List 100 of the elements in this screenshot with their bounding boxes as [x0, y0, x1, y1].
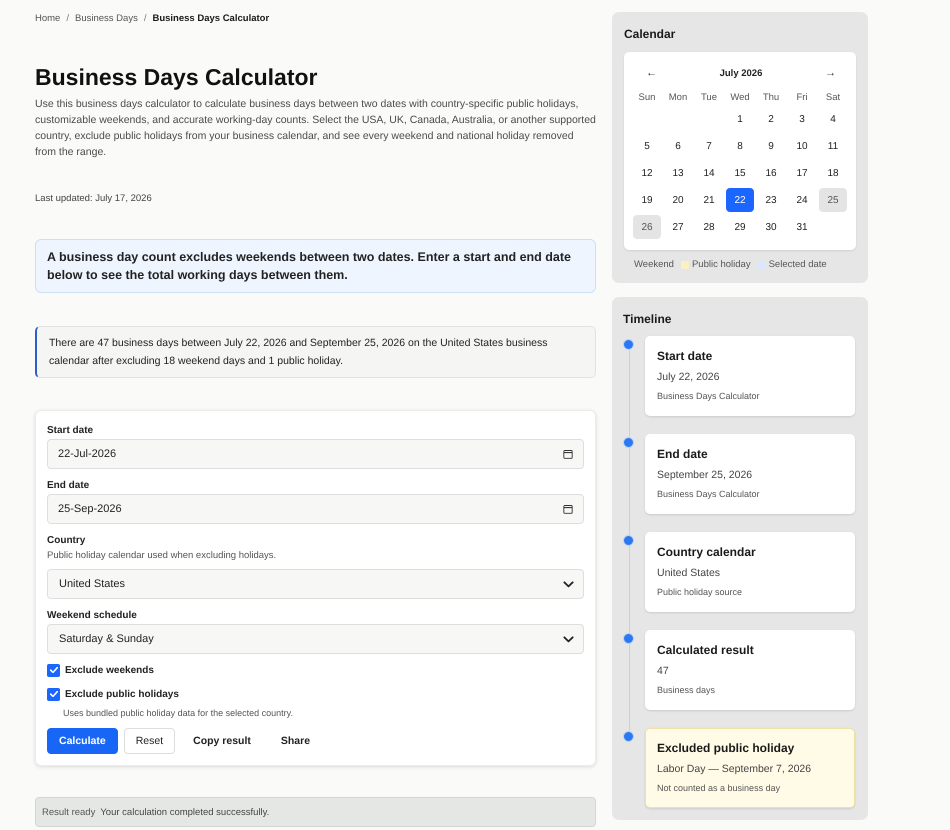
calendar-day[interactable]: 8 [726, 134, 754, 158]
date-input[interactable]: 25-Sep-2026 [47, 494, 584, 524]
calendar-day[interactable]: 16 [757, 161, 785, 185]
weekday-label: Mon [668, 91, 688, 105]
calendar-day[interactable]: 21 [695, 188, 723, 212]
calendar-day[interactable]: 12 [633, 161, 661, 185]
calendar-day[interactable]: 9 [757, 134, 785, 158]
timeline-dot-icon [623, 437, 634, 448]
calendar-day[interactable]: 24 [788, 188, 816, 212]
field-label: Country [47, 534, 86, 548]
calendar-day[interactable]: 17 [788, 161, 816, 185]
prev-month-button[interactable]: ← [643, 67, 660, 79]
secondary-button[interactable]: Reset [124, 728, 176, 754]
calendar-day[interactable]: 14 [695, 161, 723, 185]
checkmark-icon [50, 667, 58, 673]
info-callout: A business day count excludes weekends between two dates. Enter a start and end date below to see the total working days between them. [35, 239, 596, 293]
timeline-card-note: Business days [657, 684, 716, 696]
calendar-day[interactable]: 26 [633, 215, 661, 239]
calendar-day[interactable]: 25 [819, 188, 847, 212]
primary-button[interactable]: Calculate [47, 728, 118, 754]
chevron-down-icon [563, 636, 574, 642]
timeline-card-value: United States [657, 566, 722, 580]
calendar-day[interactable]: 5 [633, 134, 661, 158]
timeline-card-value: Labor Day — September 7, 2026 [657, 762, 812, 776]
calendar-day[interactable]: 7 [695, 134, 723, 158]
text-button[interactable]: Share [268, 728, 322, 754]
dropdown-select[interactable]: Saturday & Sunday [47, 624, 584, 654]
timeline-card-note: Not counted as a business day [657, 782, 782, 794]
checkbox-label: Exclude public holidays [65, 688, 179, 700]
chevron-down-icon [563, 580, 574, 588]
calendar-day[interactable]: 27 [664, 215, 692, 239]
status-label: Result ready [42, 806, 96, 818]
timeline-card-value: July 22, 2026 [657, 370, 720, 384]
date-input[interactable]: 22-Jul-2026 [47, 439, 584, 469]
page-title: Business Days Calculator [35, 63, 319, 92]
field-label: End date [47, 479, 90, 493]
panel-title: Calendar [624, 26, 676, 42]
month-label: July 2026 [720, 68, 762, 78]
timeline-dot-icon [623, 633, 634, 644]
calendar-day[interactable]: 28 [695, 215, 723, 239]
legend-label: Weekend [634, 259, 674, 271]
calendar-day[interactable]: 13 [664, 161, 692, 185]
weekday-label: Thu [762, 91, 780, 105]
option-hint: Uses bundled public holiday data for the selected country. [63, 707, 294, 719]
weekday-label: Sat [824, 91, 842, 105]
calendar-icon [563, 504, 573, 514]
calendar-day[interactable]: 3 [788, 107, 816, 131]
calendar-day[interactable]: 11 [819, 134, 847, 158]
field-label: Start date [47, 424, 94, 438]
calendar-day[interactable]: 30 [757, 215, 785, 239]
field-hint: Public holiday calendar used when excluding holidays. [47, 549, 278, 562]
calendar-day[interactable]: 10 [788, 134, 816, 158]
field-label: Weekend schedule [47, 609, 138, 623]
dropdown-select[interactable]: United States [47, 569, 584, 599]
timeline-card-title: Start date [657, 348, 714, 364]
breadcrumb-link[interactable]: Business Days [74, 12, 138, 26]
calendar-day[interactable]: 1 [726, 107, 754, 131]
timeline-card-title: Excluded public holiday [657, 740, 796, 756]
timeline-dot-icon [623, 731, 634, 742]
checkbox[interactable] [47, 688, 60, 700]
legend-label: Selected date [768, 259, 827, 271]
calendar-day[interactable]: 2 [757, 107, 785, 131]
calendar-day[interactable]: 4 [819, 107, 847, 131]
weekday-label: Fri [795, 91, 809, 105]
calendar-day[interactable]: 31 [788, 215, 816, 239]
calendar-day[interactable]: 29 [726, 215, 754, 239]
calendar-day[interactable]: 22 [726, 188, 754, 212]
breadcrumb-separator: / [66, 12, 69, 26]
breadcrumb-separator: / [144, 12, 146, 26]
timeline-card-value: September 25, 2026 [657, 468, 754, 482]
next-month-button[interactable]: → [822, 67, 839, 79]
timeline-dot-icon [623, 535, 634, 546]
panel-title: Timeline [623, 311, 672, 327]
checkmark-icon [50, 691, 58, 697]
weekday-label: Sun [638, 91, 656, 105]
timeline-card-note: Business Days Calculator [657, 488, 761, 500]
timeline-card-value: 47 [657, 664, 670, 678]
calendar-day[interactable]: 19 [633, 188, 661, 212]
timeline-card-title: End date [657, 446, 709, 462]
status-message: Your calculation completed successfully. [100, 806, 270, 818]
checkbox-label: Exclude weekends [65, 664, 154, 676]
calendar-icon [563, 449, 573, 459]
timeline-card-note: Business Days Calculator [657, 390, 761, 402]
timeline-card-title: Calculated result [657, 642, 755, 658]
weekday-label: Tue [700, 91, 718, 105]
page-description: Use this business days calculator to calculate business days between two dates with country-specific public holidays, customizable weekends, and accurate working-day counts. Select the USA, UK, Canada, Australia, or another supported country, exclude public holidays from your business calendar, and see every weekend and national holiday removed from the range. [35, 97, 596, 160]
calendar-day[interactable]: 23 [757, 188, 785, 212]
text-button[interactable]: Copy result [181, 728, 263, 754]
calendar-day[interactable]: 6 [664, 134, 692, 158]
breadcrumb-link[interactable]: Home [35, 12, 60, 26]
breadcrumb-current: Business Days Calculator [152, 12, 270, 26]
legend-label: Public holiday [692, 259, 751, 271]
timeline-card-note: Public holiday source [657, 586, 744, 598]
last-updated-text: Last updated: July 17, 2026 [35, 192, 153, 206]
checkbox[interactable] [47, 664, 60, 676]
calendar-day[interactable]: 20 [664, 188, 692, 212]
calendar-day[interactable]: 15 [726, 161, 754, 185]
timeline-dot-icon [623, 339, 634, 350]
result-summary: There are 47 business days between July 22, 2026 and September 25, 2026 on the United States business calendar after excluding 18 weekend days and 1 public holiday. [35, 326, 596, 378]
calendar-day[interactable]: 18 [819, 161, 847, 185]
